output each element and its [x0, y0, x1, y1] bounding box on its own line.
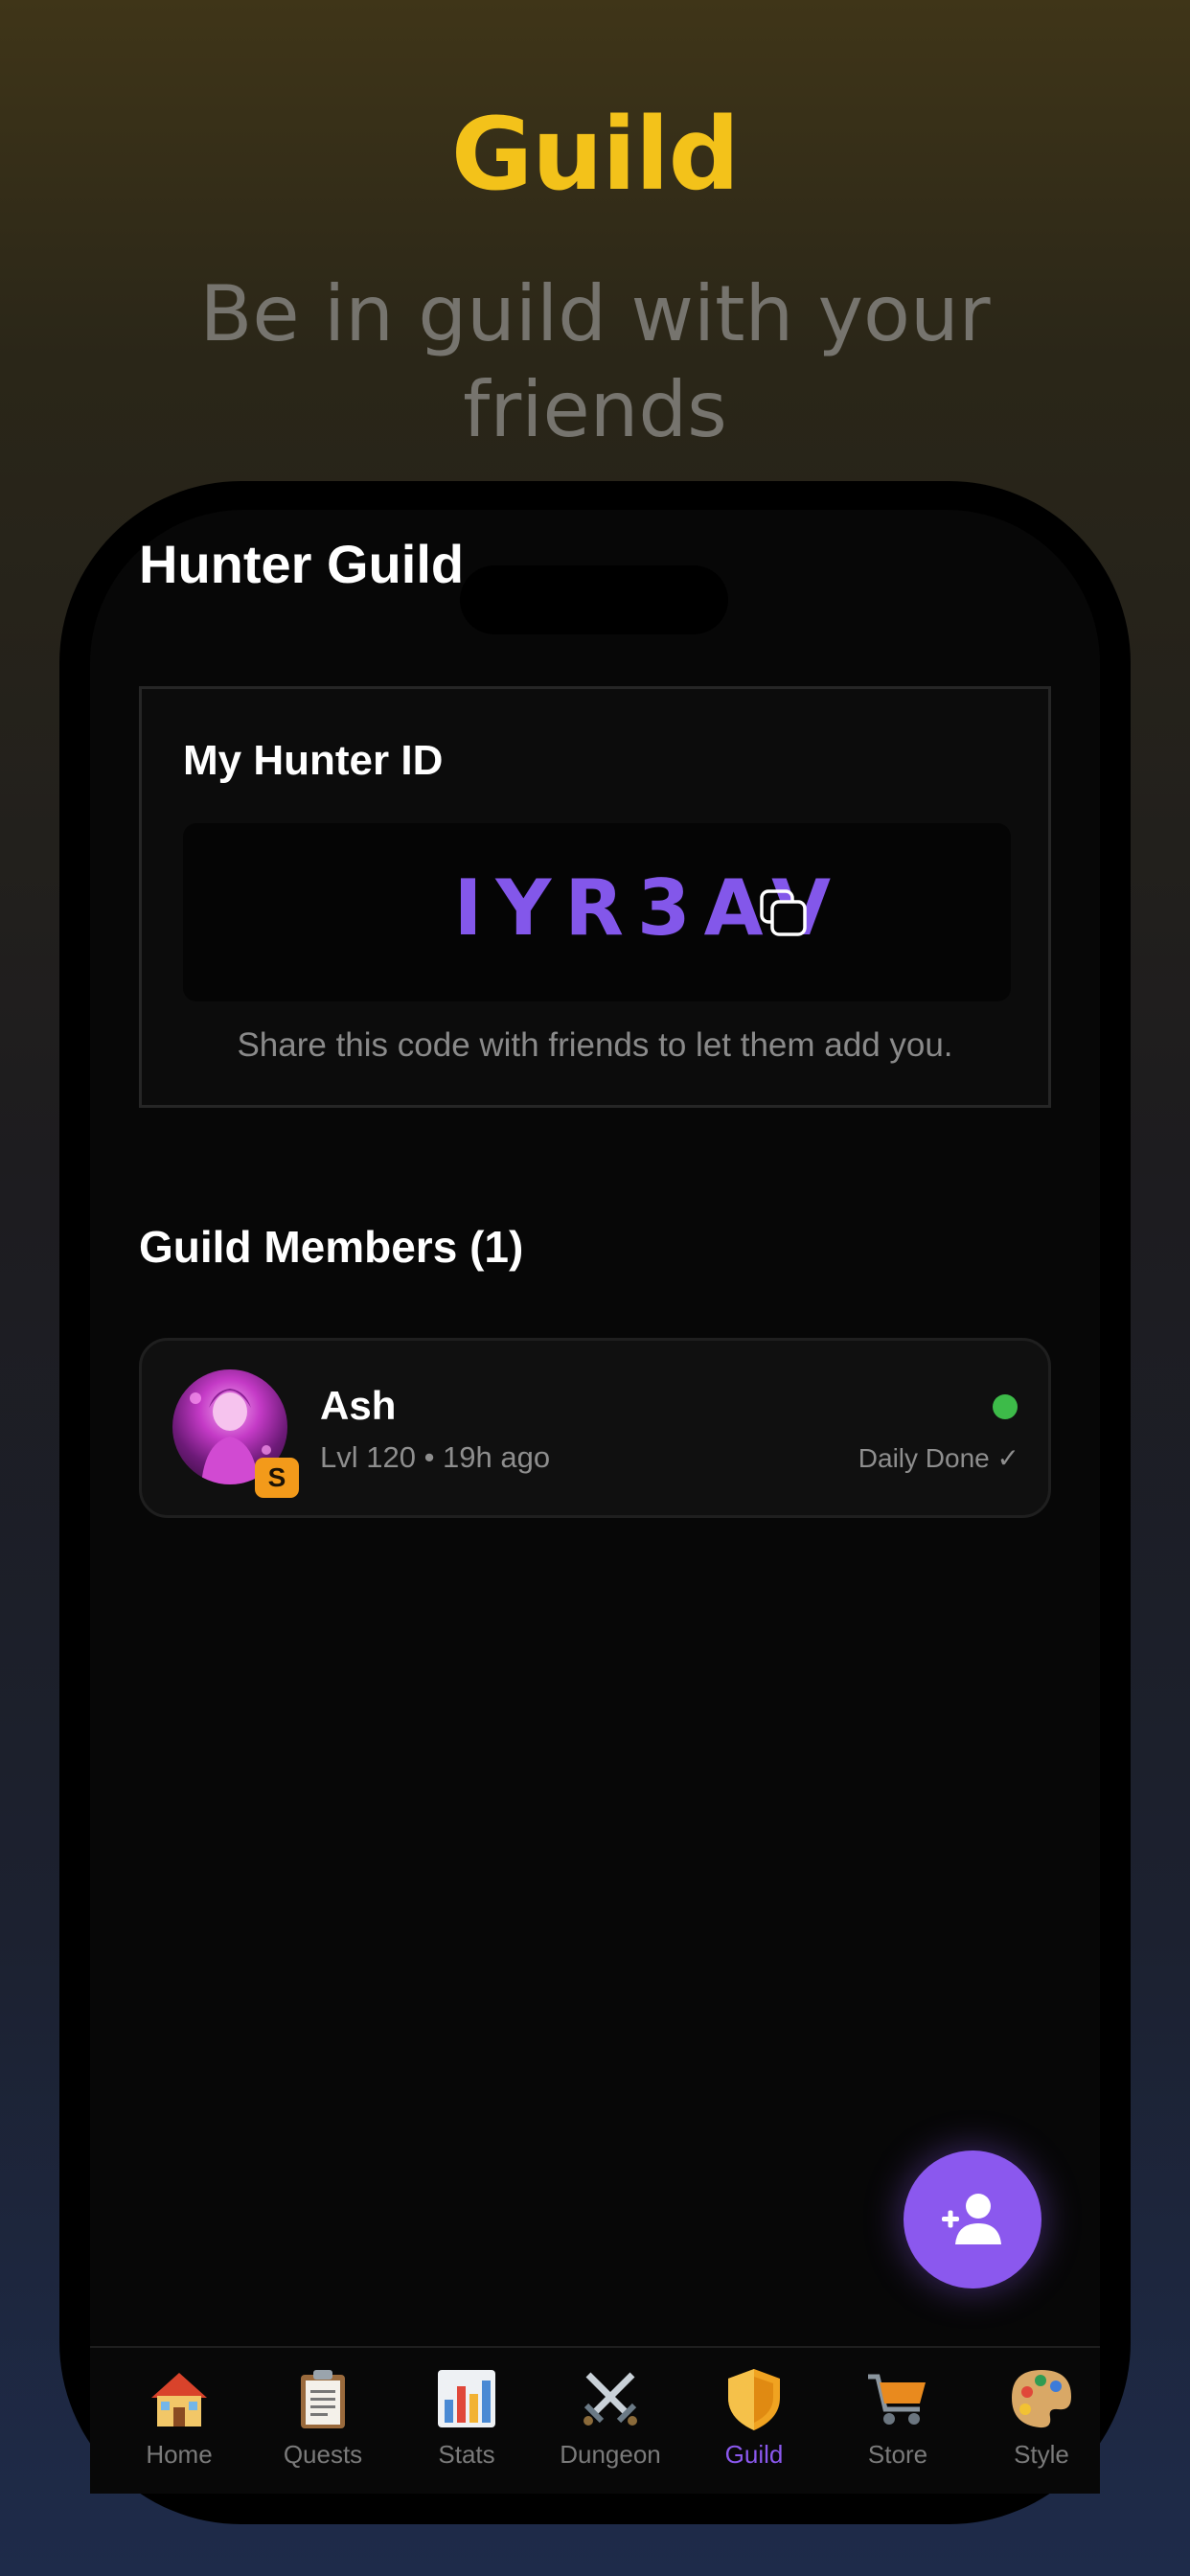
promo-subtitle: Be in guild with your friends — [199, 269, 991, 454]
tab-label: Dungeon — [560, 2440, 661, 2469]
add-friend-button[interactable] — [904, 2150, 1041, 2288]
hunter-id-code[interactable]: IYR3AV — [183, 863, 844, 953]
member-row[interactable]: S Ash Lvl 120 • 19h ago Daily Done ✓ — [139, 1338, 1051, 1518]
daily-status: Daily Done ✓ — [858, 1443, 1019, 1473]
copy-icon[interactable] — [758, 887, 810, 939]
tab-style[interactable]: Style — [970, 2365, 1113, 2480]
tab-guild[interactable]: Guild — [682, 2365, 826, 2480]
add-user-icon — [942, 2194, 1001, 2244]
promo-title: Guild — [450, 96, 740, 213]
house-icon — [151, 2373, 207, 2426]
member-meta: Lvl 120 • 19h ago — [320, 1440, 551, 1474]
tab-label: Quests — [283, 2440, 363, 2469]
tab-home[interactable]: Home — [107, 2365, 251, 2480]
tab-label: Stats — [438, 2440, 495, 2469]
online-status-dot — [993, 1394, 1018, 1419]
tab-dungeon[interactable]: Dungeon — [538, 2365, 682, 2480]
member-name: Ash — [320, 1383, 397, 1428]
hunter-id-title: My Hunter ID — [183, 737, 444, 784]
tab-quests[interactable]: Quests — [251, 2365, 395, 2480]
tab-store[interactable]: Store — [826, 2365, 970, 2480]
dynamic-island — [460, 565, 728, 634]
shopping-cart-icon — [868, 2374, 926, 2425]
hunter-id-card: My Hunter ID IYR3AV Share this code with… — [139, 686, 1051, 1108]
tab-label: Store — [867, 2440, 928, 2469]
tab-stats[interactable]: Stats — [395, 2365, 538, 2480]
tab-bar: Home Quests Stats Dungeon Guild Store St… — [90, 2346, 1100, 2494]
tab-label: Home — [146, 2440, 213, 2469]
guild-members-title: Guild Members (1) — [139, 1222, 524, 1272]
rank-badge: S — [255, 1458, 299, 1498]
tab-label: Style — [1014, 2440, 1069, 2469]
crossed-swords-icon — [584, 2372, 637, 2426]
bar-chart-icon — [438, 2370, 495, 2427]
page-title: Hunter Guild — [139, 534, 465, 594]
hunter-id-hint: Share this code with friends to let them… — [237, 1026, 953, 1064]
tab-label: Guild — [724, 2440, 784, 2469]
palette-icon — [1012, 2370, 1071, 2428]
clipboard-icon — [301, 2370, 345, 2428]
shield-icon — [728, 2369, 780, 2430]
hunter-id-code-box: IYR3AV — [183, 823, 1011, 1001]
